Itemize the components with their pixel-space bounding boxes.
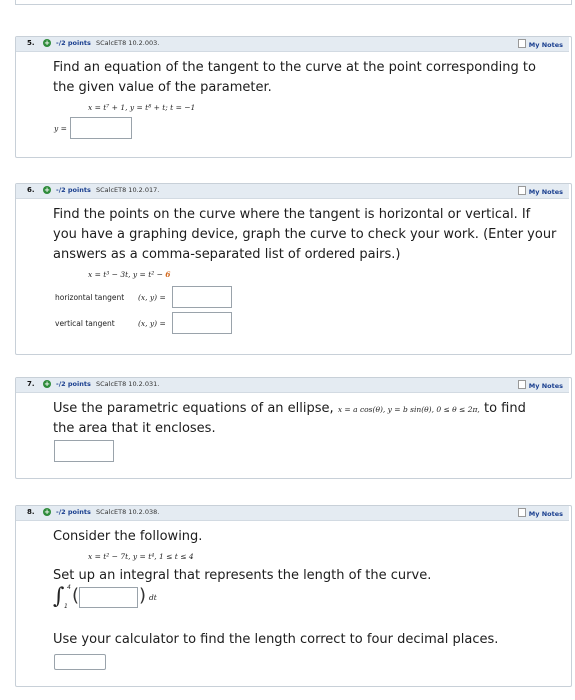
points-label: -/2 points: [56, 508, 91, 516]
notes-checkbox-icon[interactable]: [517, 380, 526, 389]
notes-checkbox-icon[interactable]: [517, 186, 526, 195]
question-equation: x = a cos(θ), y = b sin(θ), 0 ≤ θ ≤ 2π,: [337, 405, 480, 414]
question-prompt-line1: Find an equation of the tangent to the c…: [53, 60, 536, 75]
my-notes-button[interactable]: My Notes: [517, 508, 563, 518]
question-prompt-line1: Find the points on the curve where the t…: [53, 207, 531, 222]
answer-input[interactable]: [70, 117, 132, 139]
equation-text: x = t³ − 3t, y = t² −: [88, 270, 166, 279]
length-answer-input[interactable]: [54, 654, 106, 670]
prompt-text: to find: [483, 401, 526, 416]
xy-label: (x, y) =: [138, 319, 166, 328]
question-prompt-line2: Set up an integral that represents the l…: [53, 568, 432, 583]
xy-label: (x, y) =: [138, 293, 166, 302]
my-notes-button[interactable]: My Notes: [517, 39, 563, 49]
horizontal-tangent-label: horizontal tangent: [55, 293, 125, 302]
question-prompt-line2: the given value of the parameter.: [53, 80, 272, 95]
integral-sign: ∫: [53, 584, 65, 609]
expand-plus-icon[interactable]: +: [43, 380, 51, 388]
integrand-input[interactable]: [79, 587, 138, 608]
my-notes-label: My Notes: [528, 382, 563, 390]
question-number: 6.: [27, 186, 35, 194]
horizontal-tangent-input[interactable]: [172, 286, 232, 308]
previous-card-bottom: [15, 0, 572, 5]
expand-plus-icon[interactable]: +: [43, 39, 51, 47]
source-label: SCalcET8 10.2.003.: [96, 39, 160, 47]
vertical-tangent-input[interactable]: [172, 312, 232, 334]
vertical-tangent-label: vertical tangent: [55, 319, 115, 328]
my-notes-label: My Notes: [528, 41, 563, 49]
question-prompt-line2: the area that it encloses.: [53, 421, 216, 436]
question-prompt-line1: Consider the following.: [53, 529, 203, 544]
question-prompt-line1: Use the parametric equations of an ellip…: [53, 399, 526, 420]
question-6-header: 6. + -/2 points SCalcET8 10.2.017. My No…: [16, 184, 569, 199]
source-label: SCalcET8 10.2.017.: [96, 186, 160, 194]
notes-checkbox-icon[interactable]: [517, 39, 526, 48]
integral-lower-limit: 1: [64, 603, 68, 610]
left-paren: (: [72, 585, 80, 606]
right-paren: ): [139, 585, 147, 606]
dt-label: dt: [149, 593, 157, 602]
notes-checkbox-icon[interactable]: [517, 508, 526, 517]
question-equation: x = t² − 7t, y = t⁴, 1 ≤ t ≤ 4: [88, 552, 194, 561]
question-equation: x = t³ − 3t, y = t² − 6: [88, 270, 171, 279]
integral-upper-limit: 4: [67, 584, 71, 591]
question-number: 5.: [27, 39, 35, 47]
my-notes-label: My Notes: [528, 188, 563, 196]
question-5-header: 5. + -/2 points SCalcET8 10.2.003. My No…: [16, 37, 569, 52]
question-prompt-line3: Use your calculator to find the length c…: [53, 632, 499, 647]
question-number: 7.: [27, 380, 35, 388]
points-label: -/2 points: [56, 39, 91, 47]
answer-label: y =: [54, 124, 67, 133]
question-7-header: 7. + -/2 points SCalcET8 10.2.031. My No…: [16, 378, 569, 393]
my-notes-button[interactable]: My Notes: [517, 186, 563, 196]
prompt-text: Use the parametric equations of an ellip…: [53, 401, 334, 416]
source-label: SCalcET8 10.2.031.: [96, 380, 160, 388]
equation-highlight-value: 6: [165, 270, 171, 279]
my-notes-label: My Notes: [528, 510, 563, 518]
my-notes-button[interactable]: My Notes: [517, 380, 563, 390]
question-equation: x = t⁷ + 1, y = t⁸ + t; t = −1: [88, 103, 196, 112]
expand-plus-icon[interactable]: +: [43, 186, 51, 194]
question-number: 8.: [27, 508, 35, 516]
expand-plus-icon[interactable]: +: [43, 508, 51, 516]
question-8-header: 8. + -/2 points SCalcET8 10.2.038. My No…: [16, 506, 569, 521]
source-label: SCalcET8 10.2.038.: [96, 508, 160, 516]
points-label: -/2 points: [56, 186, 91, 194]
question-prompt-line3: answers as a comma-separated list of ord…: [53, 247, 401, 262]
answer-input[interactable]: [54, 440, 114, 462]
points-label: -/2 points: [56, 380, 91, 388]
question-prompt-line2: you have a graphing device, graph the cu…: [53, 227, 557, 242]
